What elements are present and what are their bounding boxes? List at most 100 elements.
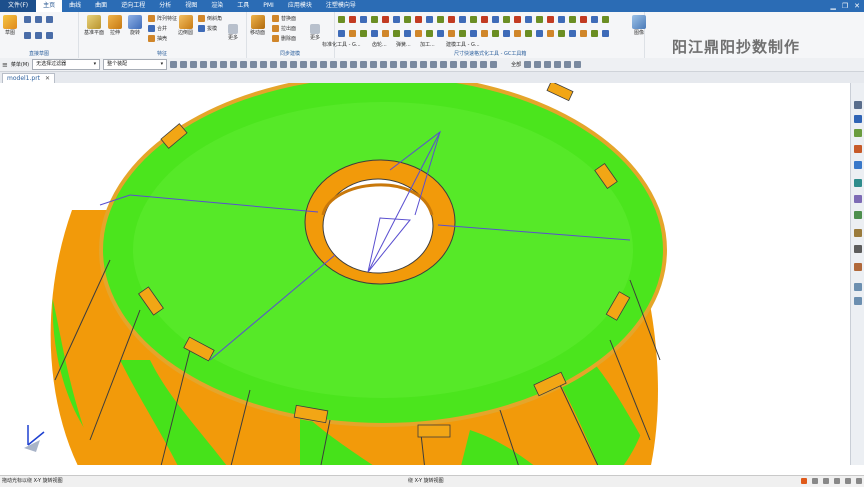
tool-icon[interactable] [547,16,554,23]
draft-button[interactable]: 拔模 [198,25,217,32]
tool-icon[interactable] [349,16,356,23]
tool-icon[interactable] [371,16,378,23]
tool-icon[interactable] [525,16,532,23]
select-tool-icon[interactable] [220,61,228,68]
tool-icon[interactable] [492,30,499,37]
rectangle-icon[interactable] [35,16,42,23]
select-tool-icon[interactable] [180,61,188,68]
snap-icon[interactable] [300,61,308,68]
tool-icon[interactable] [448,16,455,23]
snap-icon[interactable] [440,61,448,68]
chamfer-button[interactable]: 倒斜角 [198,15,222,22]
tool-icon[interactable] [415,30,422,37]
tool-icon[interactable] [470,30,477,37]
line-icon[interactable] [46,16,53,23]
tool-icon[interactable] [536,30,543,37]
profile-icon[interactable] [24,16,31,23]
snap-icon[interactable] [360,61,368,68]
point-icon[interactable] [46,32,53,39]
snap-icon[interactable] [290,61,298,68]
tool-icon[interactable] [514,30,521,37]
select-tool-icon[interactable] [240,61,248,68]
modeling-tool-dropdown[interactable]: 建模工具 - G... [446,41,480,48]
tool-icon[interactable] [371,30,378,37]
grid-icon[interactable] [856,478,862,484]
select-tool-icon[interactable] [230,61,238,68]
tool-icon[interactable] [536,16,543,23]
snap-icon[interactable] [270,61,278,68]
constraint-navigator-icon[interactable] [854,129,862,137]
tab-view[interactable]: 视图 [178,0,204,12]
snap-icon[interactable] [390,61,398,68]
palette-icon[interactable] [854,297,862,305]
view-icon[interactable] [524,61,532,68]
selection-scope-select[interactable]: 整个装配 ▾ [103,59,168,70]
more-feature-button[interactable]: 更多 [228,24,238,41]
snap-icon[interactable] [410,61,418,68]
settings-icon[interactable] [845,478,851,484]
notification-icon[interactable] [801,478,807,484]
snap-icon[interactable] [480,61,488,68]
pattern-feature-button[interactable]: 阵列特征 [148,15,177,22]
machining-dropdown[interactable]: 加工... [420,41,435,48]
sketch-button[interactable]: 草图 [3,15,17,36]
tab-tools[interactable]: 工具 [230,0,256,12]
tool-icon[interactable] [459,30,466,37]
tool-icon[interactable] [481,30,488,37]
replace-face-button[interactable]: 替换面 [272,15,296,22]
tool-icon[interactable] [382,16,389,23]
tool-icon[interactable] [404,16,411,23]
tool-icon[interactable] [525,30,532,37]
tool-icon[interactable] [393,30,400,37]
snap-icon[interactable] [330,61,338,68]
menu-icon[interactable]: ≡ [2,61,8,69]
select-tool-icon[interactable] [190,61,198,68]
tool-icon[interactable] [569,30,576,37]
tool-icon[interactable] [569,16,576,23]
tool-icon[interactable] [382,30,389,37]
tab-surface[interactable]: 曲面 [88,0,114,12]
tool-icon[interactable] [338,30,345,37]
part-navigator-icon[interactable] [854,101,862,109]
system-materials-icon[interactable] [854,211,862,219]
snap-icon[interactable] [310,61,318,68]
snap-icon[interactable] [260,61,268,68]
assembly-navigator-icon[interactable] [854,115,862,123]
tool-icon[interactable] [459,16,466,23]
keyboard-icon[interactable] [834,478,840,484]
extrude-button[interactable]: 拉伸 [108,15,122,36]
view-icon[interactable] [574,61,582,68]
tool-icon[interactable] [558,16,565,23]
tool-icon[interactable] [349,30,356,37]
tool-icon[interactable] [415,16,422,23]
graphics-viewport[interactable] [0,83,850,465]
select-tool-icon[interactable] [170,61,178,68]
tool-icon[interactable] [448,30,455,37]
menu-label[interactable]: 菜单(M) [11,61,29,68]
arc-icon[interactable] [24,32,31,39]
tab-render[interactable]: 渲染 [204,0,230,12]
gear-dropdown[interactable]: 齿轮... [372,41,387,48]
edge-blend-button[interactable]: 边倒圆 [178,15,193,36]
snap-icon[interactable] [320,61,328,68]
tool-icon[interactable] [547,30,554,37]
tab-analysis[interactable]: 分析 [152,0,178,12]
tab-application[interactable]: 应用模块 [281,0,319,12]
tool-icon[interactable] [503,16,510,23]
roles-icon[interactable] [854,245,862,253]
tool-icon[interactable] [503,30,510,37]
selection-filter-select[interactable]: 无选择过滤器 ▾ [32,59,101,70]
tool-icon[interactable] [591,30,598,37]
tab-curve[interactable]: 曲线 [62,0,88,12]
tab-home[interactable]: 主页 [36,0,63,12]
datum-plane-button[interactable]: 基准平面 [84,15,104,36]
tool-icon[interactable] [591,16,598,23]
snap-icon[interactable] [430,61,438,68]
tool-icon[interactable] [360,30,367,37]
input-method-icon[interactable] [812,478,818,484]
tool-icon[interactable] [437,30,444,37]
image-capture-button[interactable]: 图像 [632,15,646,36]
snap-icon[interactable] [460,61,468,68]
mic-icon[interactable] [823,478,829,484]
view-icon[interactable] [534,61,542,68]
